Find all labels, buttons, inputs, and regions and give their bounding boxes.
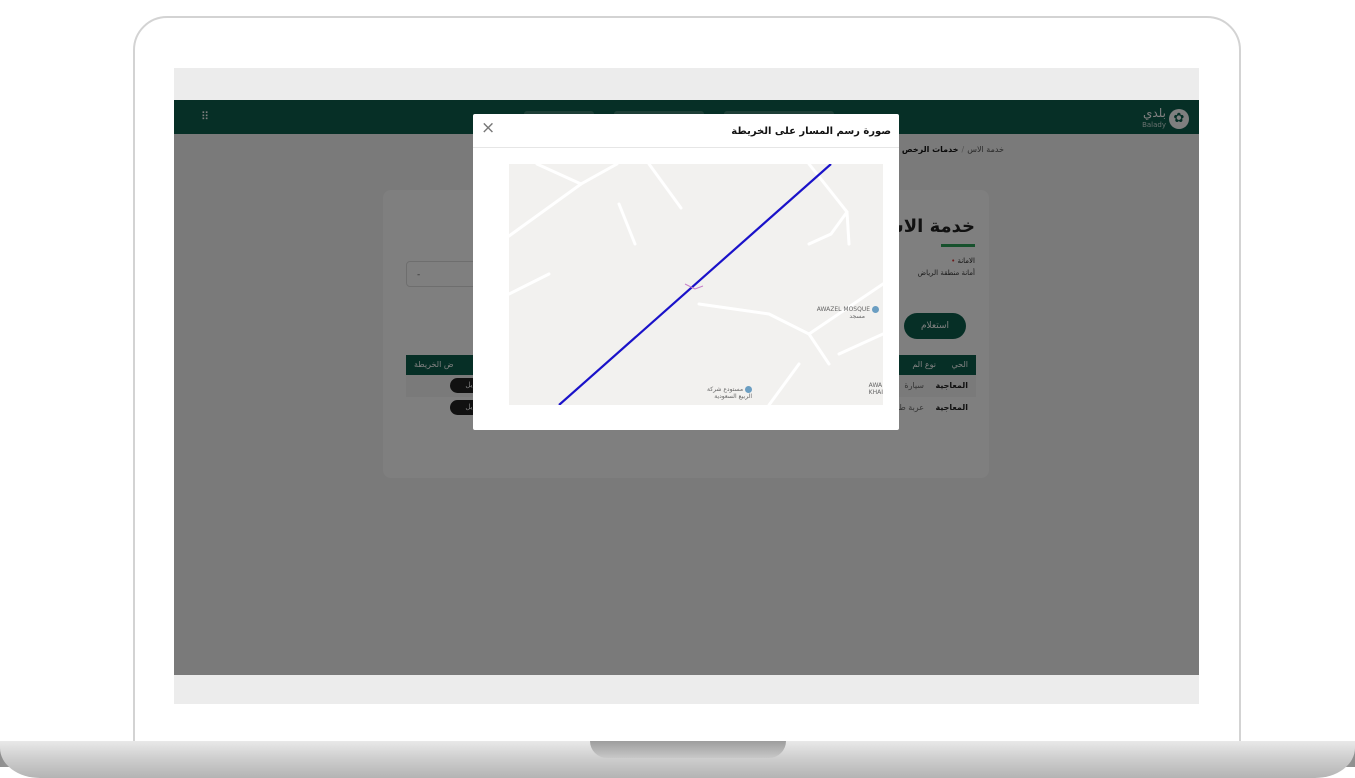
poi-mosque-name: AWAZEL MOSQUE xyxy=(816,306,870,313)
screen-bottom-strip xyxy=(174,675,1199,704)
poi-warehouse-name: مستودع شركة xyxy=(707,386,744,393)
poi-mosque: AWAZEL MOSQUE مسجد xyxy=(817,306,879,320)
poi-edge-line1: AWA xyxy=(868,382,883,389)
modal-divider xyxy=(473,147,899,148)
poi-edge: AWA KHAI xyxy=(869,382,883,396)
laptop-notch xyxy=(590,741,786,758)
map-modal: صورة رسم المسار على الخريطة × AWAZEL MOS… xyxy=(473,114,899,430)
route-line xyxy=(558,164,832,405)
map-pin-icon xyxy=(745,386,753,393)
screen: ⠿ بلدي Balady ✿ خدمة الاس/خدمات الرخص خد… xyxy=(174,68,1199,704)
map-pin-icon xyxy=(872,306,879,313)
map-streets xyxy=(509,164,883,405)
modal-title: صورة رسم المسار على الخريطة xyxy=(731,126,891,137)
poi-warehouse: مستودع شركة الربيع السعودية xyxy=(707,386,753,400)
close-icon[interactable]: × xyxy=(481,118,495,138)
poi-mosque-sub: مسجد xyxy=(849,313,865,320)
poi-warehouse-sub: الربيع السعودية xyxy=(714,393,753,400)
poi-edge-line2: KHAI xyxy=(868,389,883,396)
route-map-image: AWAZEL MOSQUE مسجد مستودع شركة الربيع ال… xyxy=(509,164,883,405)
